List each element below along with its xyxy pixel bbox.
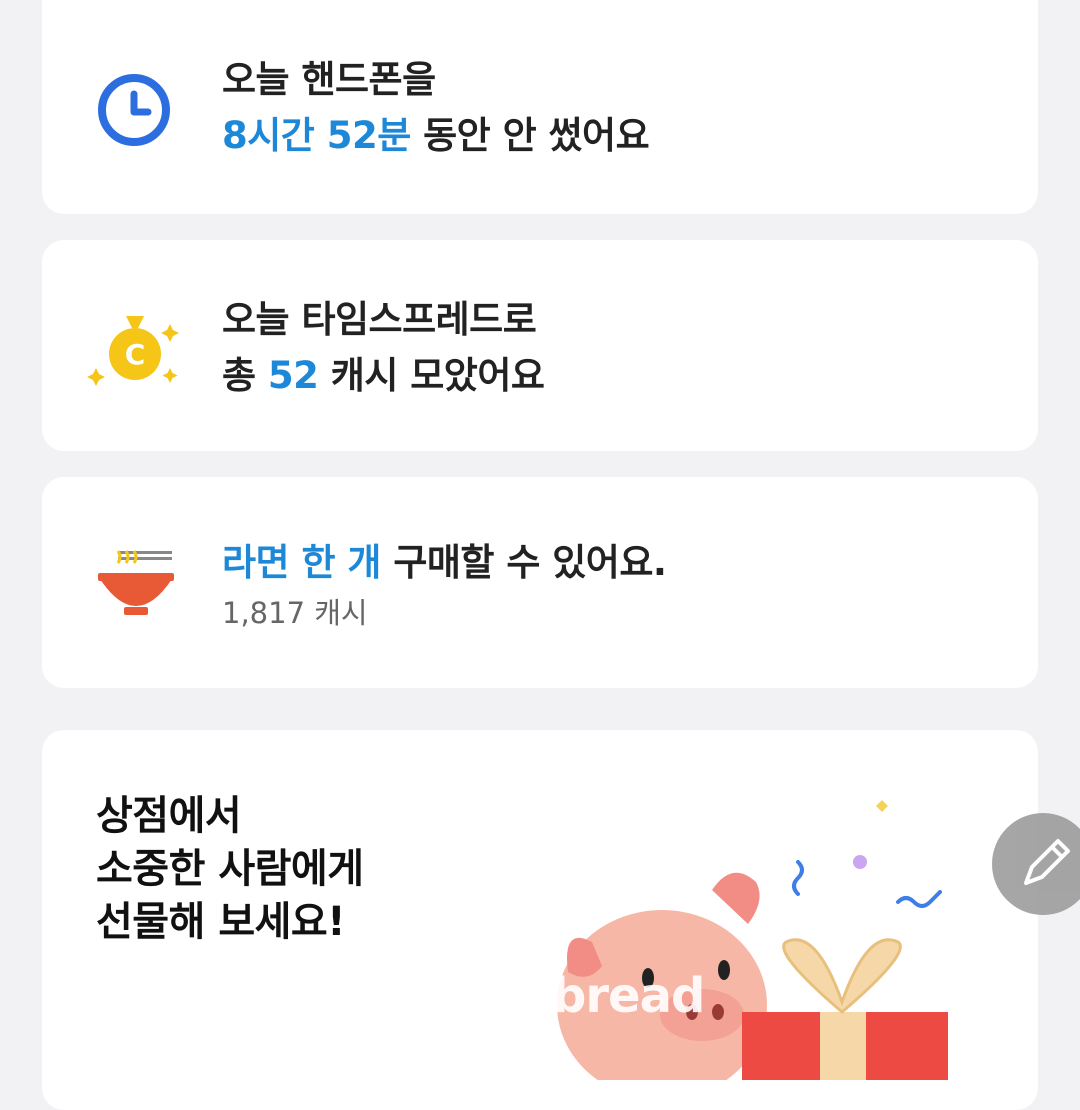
- svg-text:C: C: [125, 338, 146, 371]
- purchase-equivalent-card[interactable]: 라면 한 개 구매할 수 있어요. 1,817 캐시: [42, 477, 1038, 688]
- pig-gift-illustration: [557, 800, 948, 1080]
- edit-fab-button[interactable]: [992, 813, 1080, 915]
- time-line-2-rest: 동안 안 썼어요: [410, 114, 650, 157]
- ramen-highlight: 라면 한 개: [222, 541, 381, 584]
- cash-prefix: 총: [222, 354, 268, 397]
- cash-collected-card[interactable]: C 오늘 타임스프레드로 총 52 캐시 모았어요: [42, 240, 1038, 451]
- ramen-rest: 구매할 수 있어요.: [380, 541, 667, 584]
- time-line-1: 오늘 핸드폰을: [222, 58, 436, 101]
- confetti-squiggle: [792, 860, 804, 896]
- shop-line-2: 소중한 사람에게: [96, 846, 364, 892]
- ramen-bowl-icon: [98, 550, 174, 615]
- shop-gift-banner[interactable]: 상점에서 소중한 사람에게 선물해 보세요!: [42, 730, 1038, 1110]
- cash-line-1: 오늘 타임스프레드로: [222, 298, 537, 341]
- duration-value: 8시간 52분: [222, 114, 411, 157]
- time-line-2: 8시간 52분 동안 안 썼어요: [222, 108, 650, 164]
- clock-icon: [98, 74, 170, 146]
- gift-box: [742, 938, 948, 1080]
- cash-line-2: 총 52 캐시 모았어요: [222, 348, 545, 404]
- money-bag-icon: C: [87, 316, 179, 386]
- confetti-squiggle: [896, 890, 942, 908]
- ramen-price: 1,817 캐시: [222, 596, 368, 630]
- shop-line-1: 상점에서: [96, 793, 242, 839]
- cash-amount: 52: [267, 354, 319, 397]
- confetti-dot: [853, 855, 867, 869]
- confetti-star: [876, 800, 888, 812]
- ramen-line: 라면 한 개 구매할 수 있어요.: [222, 535, 667, 591]
- cash-suffix: 캐시 모았어요: [318, 354, 545, 397]
- phone-free-time-card[interactable]: 오늘 핸드폰을 8시간 52분 동안 안 썼어요: [42, 0, 1038, 214]
- pencil-icon: [1024, 839, 1070, 885]
- watermark-text: bread: [552, 968, 705, 1024]
- shop-line-3: 선물해 보세요!: [96, 899, 345, 945]
